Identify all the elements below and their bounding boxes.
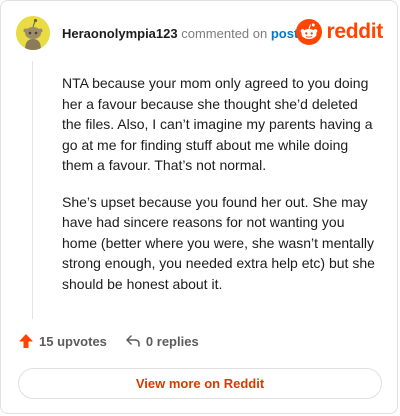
comment-meta: Heraonolympia123 commented on post xyxy=(62,26,298,42)
upvote-count: 15 upvotes xyxy=(39,333,107,349)
reddit-logo[interactable]: reddit xyxy=(296,19,383,45)
commented-on-label: commented on xyxy=(181,26,268,41)
reply-arrow-icon xyxy=(126,335,140,347)
reddit-wordmark: reddit xyxy=(326,20,383,43)
view-more-button[interactable]: View more on Reddit xyxy=(18,368,382,399)
avatar[interactable] xyxy=(16,16,50,50)
post-link[interactable]: post xyxy=(271,26,298,41)
comment-body: NTA because your mom only agreed to you … xyxy=(62,73,380,310)
comment-header: Heraonolympia123 commented on post reddi… xyxy=(1,1,397,65)
username[interactable]: Heraonolympia123 xyxy=(62,26,178,41)
comment-paragraph: She’s upset because you found her out. S… xyxy=(62,193,375,292)
reply-count: 0 replies xyxy=(145,333,199,349)
comment-footer: 15 upvotes 0 replies xyxy=(18,333,199,349)
thread-line xyxy=(32,61,33,319)
reply-button[interactable]: 0 replies xyxy=(125,333,199,349)
comment-card: Heraonolympia123 commented on post reddi… xyxy=(0,0,398,414)
snoo-avatar-icon xyxy=(16,16,50,50)
reddit-snoo-icon xyxy=(296,19,323,45)
upvote-button[interactable]: 15 upvotes xyxy=(18,333,107,349)
upvote-arrow-icon xyxy=(19,334,33,348)
comment-paragraph: NTA because your mom only agreed to you … xyxy=(62,75,373,173)
